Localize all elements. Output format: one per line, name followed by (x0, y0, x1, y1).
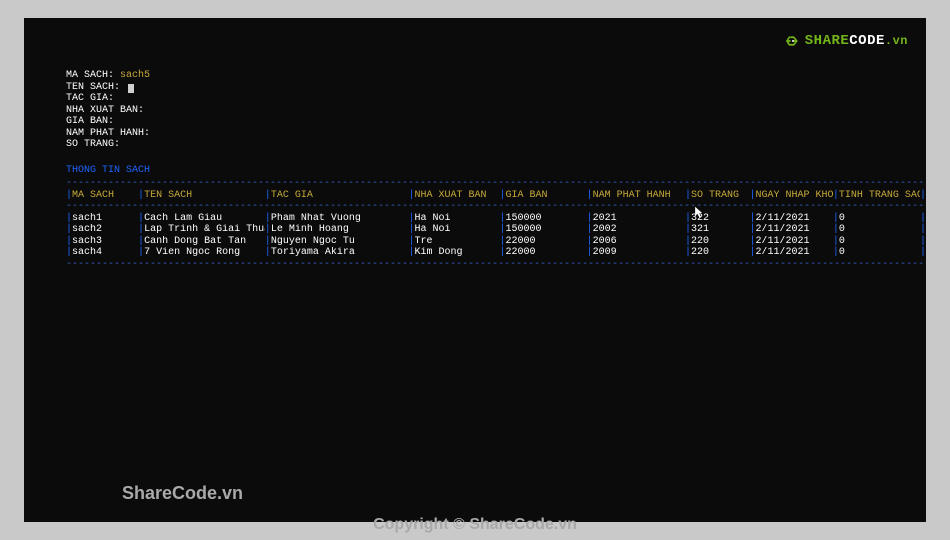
logo-text-share: SHARE (805, 33, 850, 49)
table-cell: 2/11/2021 (756, 224, 833, 236)
table-cell: Lap Trinh & Giai Thuat (144, 224, 265, 236)
column-divider: | (920, 190, 926, 202)
column-header: TAC GIA (271, 190, 409, 202)
field-label: NHA XUAT BAN: (66, 105, 144, 116)
column-divider: | (920, 236, 926, 248)
table-cell: Cach Lam Giau (144, 213, 265, 225)
field-label: TAC GIA: (66, 93, 114, 104)
column-header: NHA XUAT BAN (415, 190, 500, 202)
table-cell: 0 (839, 213, 920, 225)
column-divider: | (920, 247, 926, 259)
field-label: NAM PHAT HANH: (66, 128, 150, 139)
column-header: TEN SACH (144, 190, 265, 202)
table-cell: 220 (691, 236, 749, 248)
table-cell: sach2 (72, 224, 138, 236)
table-cell: 220 (691, 247, 749, 259)
column-header: MA SACH (72, 190, 138, 202)
table-cell: 22000 (505, 247, 586, 259)
table-cell: 322 (691, 213, 749, 225)
table-cell: Le Minh Hoang (271, 224, 409, 236)
form-field[interactable]: NAM PHAT HANH: (66, 128, 926, 140)
watermark-text: ShareCode.vn (122, 483, 243, 504)
field-label: MA SACH: (66, 70, 114, 81)
table-row: |sach2|Lap Trinh & Giai Thuat|Le Minh Ho… (66, 224, 926, 236)
form-field[interactable]: GIA BAN: (66, 116, 926, 128)
column-divider: | (920, 224, 926, 236)
table-cell: 0 (839, 224, 920, 236)
table-cell: Ha Noi (415, 224, 500, 236)
table-cell: 2/11/2021 (756, 236, 833, 248)
table-cell: 321 (691, 224, 749, 236)
table-cell: 150000 (505, 224, 586, 236)
table-cell: 0 (839, 236, 920, 248)
table-cell: Kim Dong (415, 247, 500, 259)
column-divider: | (920, 213, 926, 225)
recycle-icon (784, 32, 802, 50)
table-cell: 150000 (505, 213, 586, 225)
input-form: MA SACH: sach5TEN SACH: TAC GIA: NHA XUA… (66, 70, 926, 151)
form-field[interactable]: NHA XUAT BAN: (66, 105, 926, 117)
field-label: TEN SACH: (66, 82, 120, 93)
table-row: |sach4|7 Vien Ngoc Rong|Toriyama Akira|K… (66, 247, 926, 259)
table-cell: Toriyama Akira (271, 247, 409, 259)
table-cell: sach1 (72, 213, 138, 225)
column-header: GIA BAN (505, 190, 586, 202)
table-header-row: |MA SACH|TEN SACH|TAC GIA|NHA XUAT BAN|G… (66, 190, 926, 202)
divider-bottom: ----------------------------------------… (66, 259, 926, 271)
field-label: SO TRANG: (66, 139, 120, 150)
column-header: SO TRANG (691, 190, 749, 202)
console-window: SHARECODE.vn MA SACH: sach5TEN SACH: TAC… (24, 18, 926, 522)
table-cell: Ha Noi (415, 213, 500, 225)
table-cell: 0 (839, 247, 920, 259)
field-label: GIA BAN: (66, 116, 114, 127)
copyright-text: Copyright © ShareCode.vn (373, 516, 577, 534)
table-cell: 2009 (593, 247, 685, 259)
brand-logo: SHARECODE.vn (784, 32, 908, 50)
table-cell: 7 Vien Ngoc Rong (144, 247, 265, 259)
table-row: |sach3|Canh Dong Bat Tan|Nguyen Ngoc Tu|… (66, 236, 926, 248)
form-field[interactable]: SO TRANG: (66, 139, 926, 151)
table-cell: 22000 (505, 236, 586, 248)
table-row: |sach1|Cach Lam Giau|Pham Nhat Vuong|Ha … (66, 213, 926, 225)
table-cell: 2/11/2021 (756, 247, 833, 259)
table-cell: Nguyen Ngoc Tu (271, 236, 409, 248)
table-cell: Tre (415, 236, 500, 248)
divider-top: ----------------------------------------… (66, 178, 926, 190)
divider-middle: ----------------------------------------… (66, 201, 926, 213)
table-cell: 2/11/2021 (756, 213, 833, 225)
table-cell: 2002 (593, 224, 685, 236)
table-cell: Pham Nhat Vuong (271, 213, 409, 225)
form-field[interactable]: TAC GIA: (66, 93, 926, 105)
table-cell: 2006 (593, 236, 685, 248)
table-cell: Canh Dong Bat Tan (144, 236, 265, 248)
table-cell: sach3 (72, 236, 138, 248)
column-header: NAM PHAT HANH (593, 190, 685, 202)
logo-text-vn: .vn (885, 34, 908, 48)
column-header: NGAY NHAP KHO (756, 190, 833, 202)
table-cell: sach4 (72, 247, 138, 259)
form-field[interactable]: TEN SACH: (66, 82, 926, 94)
field-value: sach5 (120, 70, 150, 81)
form-field[interactable]: MA SACH: sach5 (66, 70, 926, 82)
column-header: TINH TRANG SACH (839, 190, 920, 202)
text-cursor (128, 84, 134, 93)
book-table: ----------------------------------------… (66, 178, 926, 270)
section-title: THONG TIN SACH (66, 165, 926, 177)
table-cell: 2021 (593, 213, 685, 225)
logo-text-code: CODE (849, 33, 885, 49)
